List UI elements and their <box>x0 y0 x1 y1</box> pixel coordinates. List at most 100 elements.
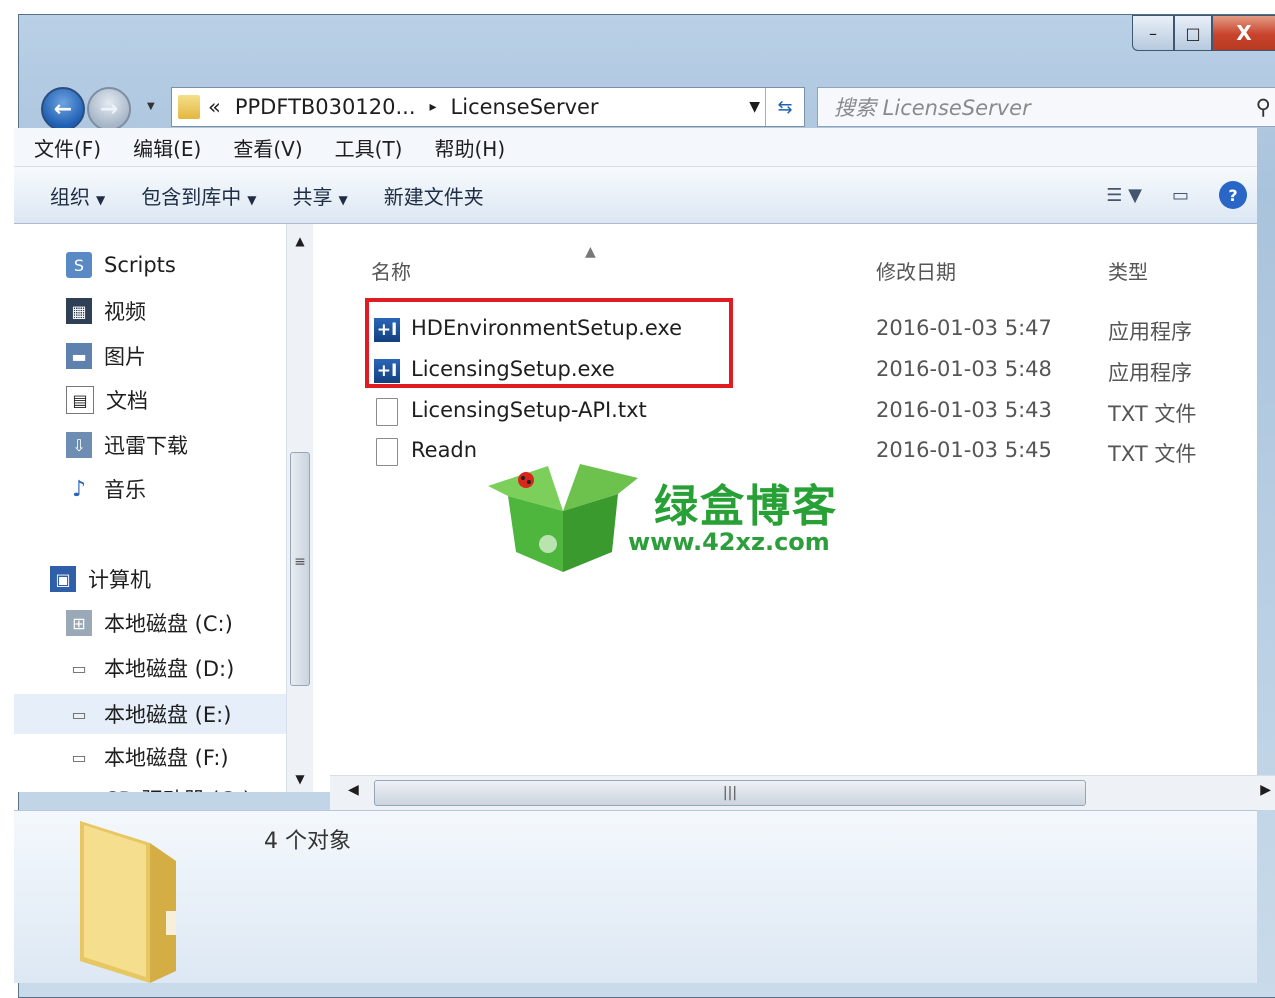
nav-item-label: 本地磁盘 (C:) <box>104 612 233 636</box>
watermark-title: 绿盒博客 <box>654 481 838 532</box>
share-button[interactable]: 共享 ▼ <box>292 181 347 210</box>
file-name: LicensingSetup-API.txt <box>411 398 647 422</box>
nav-item-label: 文档 <box>106 389 148 413</box>
folder-icon <box>178 95 200 119</box>
nav-scrollbar[interactable]: ▲ ≡ ▼ <box>286 224 313 792</box>
column-header-name[interactable]: 名称 <box>371 256 411 285</box>
search-box[interactable]: 搜索 LicenseServer ⚲ <box>817 87 1275 127</box>
nav-item-documents[interactable]: ▤ 文档 <box>66 385 148 415</box>
drive-icon: ▭ <box>71 658 87 678</box>
menu-file[interactable]: 文件(F) <box>34 133 101 162</box>
system-drive-icon: ⊞ <box>66 610 92 636</box>
refresh-button[interactable]: ⇆ <box>765 88 804 126</box>
search-icon[interactable]: ⚲ <box>1256 95 1271 119</box>
nav-item-label: 迅雷下载 <box>104 434 188 458</box>
column-header-modified[interactable]: 修改日期 <box>876 256 956 285</box>
txt-icon <box>373 398 401 426</box>
breadcrumb-separator-icon[interactable]: ▸ <box>430 99 437 115</box>
file-type: TXT 文件 <box>1108 402 1197 426</box>
horizontal-scroll-thumb[interactable]: ||| <box>374 780 1086 806</box>
close-button[interactable]: X <box>1212 15 1275 51</box>
scroll-up-icon[interactable]: ▲ <box>287 234 313 248</box>
item-count: 4 个对象 <box>264 829 351 854</box>
preview-pane-icon[interactable]: ▭ <box>1172 185 1189 206</box>
file-date: 2016-01-03 5:45 <box>876 438 1052 462</box>
watermark-url: www.42xz.com <box>628 528 830 556</box>
nav-item-music[interactable]: ♪ 音乐 <box>66 474 146 504</box>
picture-icon: ▬ <box>66 343 92 369</box>
grip-icon: ≡ <box>294 554 306 570</box>
document-icon: ▤ <box>66 386 94 414</box>
navigation-pane: S Scripts ▦ 视频 ▬ 图片 ▤ 文档 ⇩ 迅雷下载 ♪ 音乐 ▣ 计… <box>14 224 312 792</box>
nav-item-pictures[interactable]: ▬ 图片 <box>66 341 146 371</box>
script-icon: S <box>66 252 92 278</box>
back-arrow-icon: ← <box>53 96 73 122</box>
organize-button[interactable]: 组织 ▼ <box>50 181 105 210</box>
maximize-button[interactable]: □ <box>1174 15 1212 51</box>
file-type: TXT 文件 <box>1108 442 1197 466</box>
nav-item-label: 计算机 <box>88 568 151 592</box>
file-row[interactable]: LicensingSetup-API.txt 2016-01-03 5:43 T… <box>313 392 1257 432</box>
scroll-left-icon[interactable]: ◀ <box>348 782 359 798</box>
cd-drive-icon: ◎ <box>66 786 92 793</box>
menu-tools[interactable]: 工具(T) <box>335 133 403 162</box>
minimize-button[interactable]: – <box>1132 15 1174 51</box>
nav-item-scripts[interactable]: S Scripts <box>66 252 176 278</box>
video-icon: ▦ <box>66 298 92 324</box>
address-dropdown-icon[interactable]: ▼ <box>749 99 760 115</box>
gift-box-logo-icon <box>488 464 638 572</box>
share-label: 共享 <box>292 184 333 209</box>
include-library-button[interactable]: 包含到库中 ▼ <box>141 181 256 210</box>
chevron-down-icon: ▼ <box>338 192 348 207</box>
nav-item-label: CD 驱动器 (G:) <box>104 784 251 792</box>
chevron-down-icon: ▼ <box>247 192 257 207</box>
breadcrumb-parent[interactable]: PPDFTB030120... <box>235 95 416 119</box>
file-date: 2016-01-03 5:43 <box>876 398 1052 422</box>
file-name: Readn <box>411 438 478 462</box>
chevron-down-icon: ▼ <box>96 192 106 207</box>
nav-item-computer[interactable]: ▣ 计算机 <box>50 564 151 594</box>
highlight-box <box>365 298 733 388</box>
menu-edit[interactable]: 编辑(E) <box>133 133 201 162</box>
address-chevron[interactable]: « <box>208 95 221 119</box>
command-bar: 组织 ▼ 包含到库中 ▼ 共享 ▼ 新建文件夹 ☰ ▼ ▭ ? <box>14 167 1257 224</box>
file-date: 2016-01-03 5:48 <box>876 357 1052 381</box>
include-library-label: 包含到库中 <box>141 184 242 209</box>
nav-item-drive-g[interactable]: ◎ CD 驱动器 (G:) <box>66 784 251 792</box>
new-folder-button[interactable]: 新建文件夹 <box>384 181 484 210</box>
nav-item-video[interactable]: ▦ 视频 <box>66 296 146 326</box>
breadcrumb-current[interactable]: LicenseServer <box>451 95 599 119</box>
nav-item-label: 音乐 <box>104 478 146 502</box>
nav-item-label: Scripts <box>104 253 176 277</box>
nav-item-label: 本地磁盘 (D:) <box>104 657 235 681</box>
history-dropdown-icon[interactable]: ▼ <box>147 101 155 112</box>
file-type: 应用程序 <box>1108 361 1192 385</box>
search-placeholder[interactable]: 搜索 LicenseServer <box>834 92 1031 122</box>
view-options-icon[interactable]: ☰ ▼ <box>1106 185 1142 206</box>
forward-button[interactable]: → <box>87 87 131 131</box>
nav-item-label: 图片 <box>104 345 146 369</box>
scroll-right-icon[interactable]: ▶ <box>1260 782 1271 798</box>
address-bar[interactable]: « PPDFTB030120... ▸ LicenseServer ▼ ⇆ <box>171 87 805 127</box>
menu-help[interactable]: 帮助(H) <box>434 133 505 162</box>
navigation-row: ← → ▼ « PPDFTB030120... ▸ LicenseServer … <box>19 83 1275 131</box>
file-date: 2016-01-03 5:47 <box>876 316 1052 340</box>
file-type: 应用程序 <box>1108 320 1192 344</box>
nav-item-downloads[interactable]: ⇩ 迅雷下载 <box>66 430 188 460</box>
watermark: 绿盒博客 www.42xz.com <box>478 448 858 578</box>
drive-icon: ▭ <box>71 704 87 724</box>
music-icon: ♪ <box>71 476 87 502</box>
column-header-type[interactable]: 类型 <box>1108 256 1148 285</box>
horizontal-scrollbar[interactable]: ◀ ||| ▶ <box>330 775 1275 810</box>
nav-item-drive-e[interactable]: ▭ 本地磁盘 (E:) <box>14 694 312 734</box>
drive-icon: ▭ <box>71 747 87 767</box>
details-pane: 4 个对象 <box>14 810 1257 983</box>
help-icon[interactable]: ? <box>1219 181 1247 209</box>
scroll-down-icon[interactable]: ▼ <box>287 772 313 786</box>
nav-item-drive-f[interactable]: ▭ 本地磁盘 (F:) <box>66 742 228 772</box>
nav-item-drive-c[interactable]: ⊞ 本地磁盘 (C:) <box>66 608 233 638</box>
menu-view[interactable]: 查看(V) <box>233 133 302 162</box>
back-button[interactable]: ← <box>41 87 85 131</box>
nav-item-drive-d[interactable]: ▭ 本地磁盘 (D:) <box>66 653 234 683</box>
organize-label: 组织 <box>50 184 90 209</box>
